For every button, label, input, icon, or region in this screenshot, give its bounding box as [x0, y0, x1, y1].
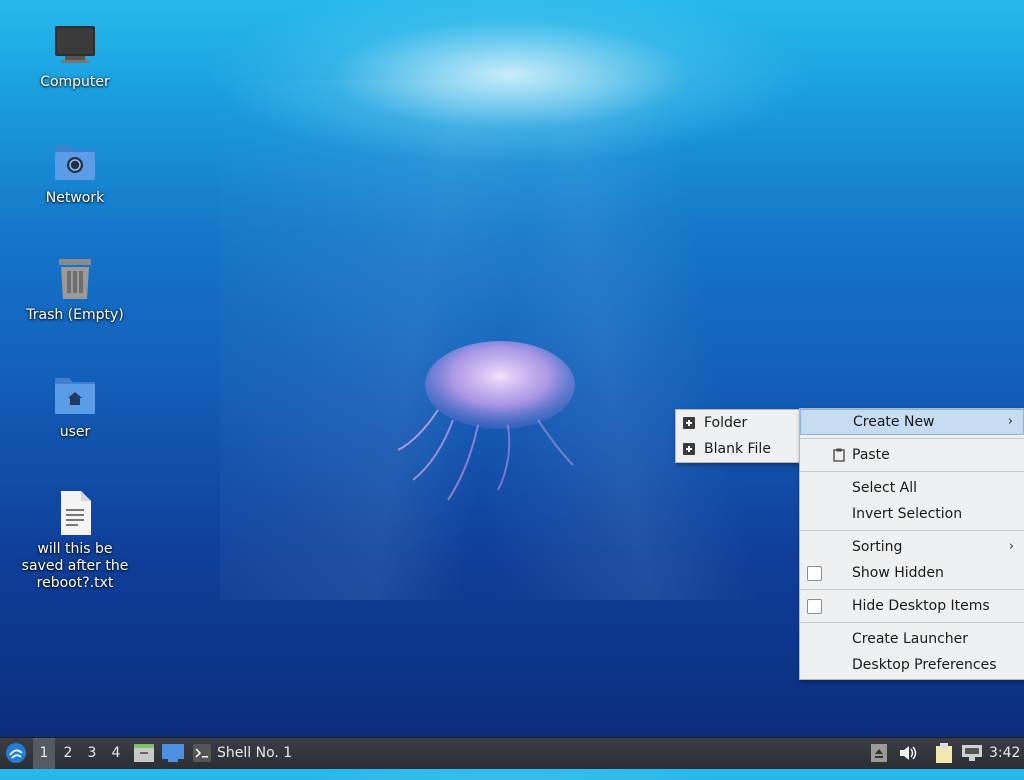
- clipboard-icon: [936, 743, 952, 763]
- show-desktop-button[interactable]: [161, 738, 185, 769]
- menu-item-create-new[interactable]: Create New ›: [800, 409, 1024, 435]
- workspace-3-button[interactable]: 3: [81, 738, 103, 769]
- submenu-item-label: Blank File: [704, 441, 771, 457]
- desktop-icon-user[interactable]: user: [15, 372, 135, 441]
- desktop-icon-trash[interactable]: Trash (Empty): [15, 255, 135, 324]
- computer-icon: [55, 26, 95, 63]
- show-hidden-checkbox[interactable]: [807, 566, 822, 581]
- desktop-icon: [162, 744, 184, 762]
- workspace-4-button[interactable]: 4: [105, 738, 127, 769]
- terminal-icon: [193, 744, 211, 762]
- file-manager-launcher[interactable]: [133, 738, 155, 769]
- create-new-submenu: Folder Blank File: [675, 409, 800, 463]
- workspace-label: 3: [87, 745, 97, 761]
- menu-item-label: Create Launcher: [852, 631, 969, 647]
- workspace-label: 1: [39, 745, 49, 761]
- desktop-icon-label: will this be saved after the reboot?.txt: [21, 541, 129, 591]
- desktop-icon-label: Trash (Empty): [26, 307, 124, 323]
- eject-icon: [871, 744, 887, 762]
- desktop-icon-text-file[interactable]: will this be saved after the reboot?.txt: [15, 489, 135, 592]
- desktop-context-menu: Create New › Paste Select All Invert Sel…: [799, 408, 1024, 680]
- submenu-item-label: Folder: [704, 415, 748, 431]
- menu-separator: [800, 622, 1024, 623]
- network-wired-icon: [962, 745, 982, 761]
- tray-volume-button[interactable]: [897, 738, 919, 769]
- taskbar-task-shell[interactable]: Shell No. 1: [193, 738, 303, 769]
- start-menu-button[interactable]: [2, 738, 30, 769]
- menu-item-label: Show Hidden: [852, 565, 944, 581]
- menu-separator: [800, 471, 1024, 472]
- workspace-label: 2: [63, 745, 73, 761]
- workspace-label: 4: [111, 745, 121, 761]
- add-file-icon: [683, 443, 695, 455]
- hide-desktop-items-checkbox[interactable]: [807, 599, 822, 614]
- lubuntu-logo-icon: [6, 743, 26, 763]
- menu-item-show-hidden[interactable]: Show Hidden: [800, 560, 1024, 586]
- menu-item-label: Select All: [852, 480, 917, 496]
- chevron-right-icon: ›: [1007, 414, 1013, 429]
- menu-item-label: Invert Selection: [852, 506, 963, 522]
- submenu-item-blank-file[interactable]: Blank File: [676, 436, 799, 462]
- tray-eject-button[interactable]: [870, 738, 888, 769]
- menu-item-paste[interactable]: Paste: [800, 442, 1024, 468]
- volume-icon: [900, 746, 917, 760]
- menu-item-label: Desktop Preferences: [852, 657, 997, 673]
- clipboard-icon: [833, 448, 845, 462]
- trash-icon: [59, 259, 91, 299]
- menu-item-desktop-preferences[interactable]: Desktop Preferences: [800, 652, 1024, 678]
- menu-item-hide-desktop-items[interactable]: Hide Desktop Items: [800, 593, 1024, 619]
- clock[interactable]: 3:42: [989, 738, 1021, 769]
- menu-separator: [800, 530, 1024, 531]
- menu-item-label: Paste: [852, 447, 890, 463]
- home-folder-icon: [55, 378, 95, 414]
- menu-item-label: Hide Desktop Items: [852, 598, 990, 614]
- desktop-icon-label: user: [59, 424, 91, 440]
- menu-item-select-all[interactable]: Select All: [800, 475, 1024, 501]
- menu-item-create-launcher[interactable]: Create Launcher: [800, 626, 1024, 652]
- jellyfish-wallpaper: [397, 341, 575, 501]
- desktop-icon-label: Computer: [40, 74, 110, 90]
- tray-clipboard-button[interactable]: [933, 738, 955, 769]
- task-label: Shell No. 1: [217, 745, 293, 761]
- submenu-item-folder[interactable]: Folder: [676, 410, 799, 436]
- menu-item-label: Sorting: [852, 539, 903, 555]
- desktop-icon-label: Network: [45, 190, 105, 206]
- workspace-2-button[interactable]: 2: [57, 738, 79, 769]
- menu-item-label: Create New: [853, 414, 935, 430]
- menu-separator: [800, 589, 1024, 590]
- taskbar: 1 2 3 4 Shell No. 1 3:42: [0, 737, 1024, 769]
- network-folder-icon: [55, 146, 95, 180]
- text-file-icon: [61, 491, 91, 535]
- clock-time: 3:42: [989, 745, 1021, 761]
- menu-separator: [800, 438, 1024, 439]
- workspace-1-button[interactable]: 1: [33, 738, 55, 769]
- desktop-icon-network[interactable]: Network: [15, 138, 135, 207]
- file-manager-icon: [134, 744, 154, 762]
- chevron-right-icon: ›: [1008, 539, 1014, 554]
- menu-item-invert-selection[interactable]: Invert Selection: [800, 501, 1024, 527]
- add-folder-icon: [683, 417, 695, 429]
- tray-network-button[interactable]: [961, 738, 983, 769]
- menu-item-sorting[interactable]: Sorting ›: [800, 534, 1024, 560]
- desktop-icon-computer[interactable]: Computer: [15, 22, 135, 91]
